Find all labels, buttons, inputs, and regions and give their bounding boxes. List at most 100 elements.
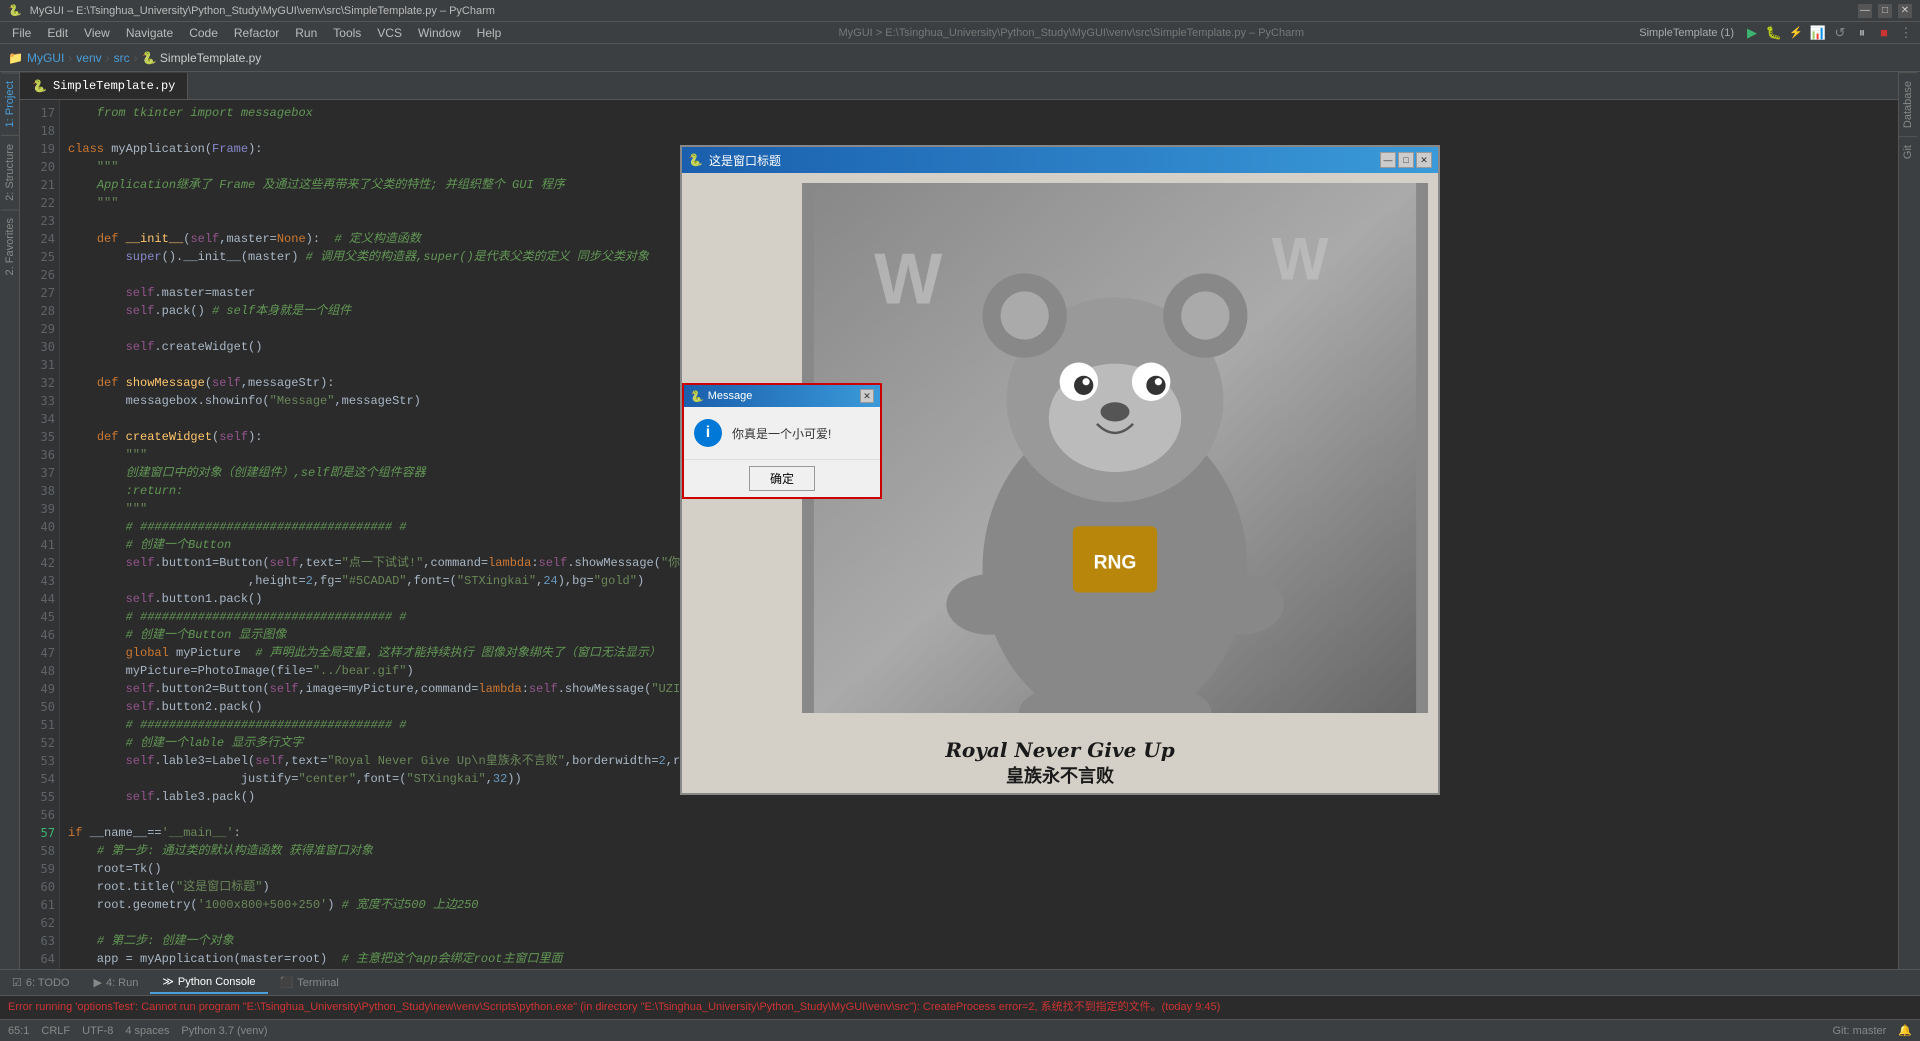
msg-title: Message — [708, 390, 753, 402]
breadcrumb-bar: 📁 MyGUI › venv › src › 🐍 SimpleTemplate.… — [0, 44, 1920, 72]
breadcrumb-mygui[interactable]: MyGUI — [27, 51, 64, 65]
profile-button[interactable]: 📊 — [1808, 23, 1828, 43]
gui-minimize-button[interactable]: — — [1380, 152, 1396, 168]
menu-edit[interactable]: Edit — [39, 24, 76, 42]
message-dialog-footer: 确定 — [684, 459, 880, 497]
message-dialog: 🐍 Message ✕ i 你真是一个小可爱! 确定 — [682, 383, 882, 499]
run-config: SimpleTemplate (1) ▶ 🐛 ⚡ 📊 ↺ ⏸ ■ ⋮ — [1633, 23, 1916, 43]
run-button[interactable]: ▶ — [1742, 23, 1762, 43]
gui-window-title: 这是窗口标题 — [709, 152, 781, 169]
menu-file[interactable]: File — [4, 24, 39, 42]
right-tab-database[interactable]: Database — [1899, 72, 1917, 136]
bear-image-area: RNG W W — [802, 183, 1428, 713]
stop-all-button[interactable]: ■ — [1874, 23, 1894, 43]
gui-label-line1: Royal Never Give Up — [682, 738, 1438, 762]
right-tab-git[interactable]: Git — [1899, 136, 1917, 167]
sidebar-tab-project[interactable]: 1: Project — [1, 72, 19, 135]
gui-window: 🐍 这是窗口标题 — □ ✕ 点一下试试! — [680, 145, 1440, 795]
breadcrumb-sep1: › — [68, 51, 72, 65]
right-tabs: Database Git — [1898, 72, 1920, 969]
gui-title-bar: 🐍 这是窗口标题 — □ ✕ — [682, 147, 1438, 173]
menu-run[interactable]: Run — [287, 24, 325, 42]
run-config-label: SimpleTemplate (1) — [1633, 27, 1740, 39]
gui-maximize-button[interactable]: □ — [1398, 152, 1414, 168]
gui-label-line2: 皇族永不言败 — [682, 762, 1438, 788]
minimize-button[interactable]: — — [1858, 4, 1872, 18]
status-git: Git: master — [1833, 1025, 1887, 1037]
status-position: 65:1 — [8, 1025, 29, 1037]
stop-button[interactable]: ⏸ — [1852, 23, 1872, 43]
bottom-tabs: ☑ 6: TODO ▶ 4: Run ≫ Python Console ⬛ Te… — [0, 970, 1920, 996]
breadcrumb-sep2: › — [106, 51, 110, 65]
todo-label: 6: TODO — [26, 977, 70, 989]
message-info-icon: i — [694, 419, 722, 447]
menu-bar: File Edit View Navigate Code Refactor Ru… — [0, 22, 1920, 44]
more-button[interactable]: ⋮ — [1896, 23, 1916, 43]
title-path: MyGUI > E:\Tsinghua_University\Python_St… — [839, 27, 1305, 39]
menu-refactor[interactable]: Refactor — [226, 24, 287, 42]
coverage-button[interactable]: ⚡ — [1786, 23, 1806, 43]
todo-icon: ☑ — [12, 976, 22, 989]
notification-icon: 🔔 — [1898, 1024, 1912, 1037]
close-button[interactable]: ✕ — [1898, 4, 1912, 18]
run-label: 4: Run — [106, 977, 138, 989]
menu-vcs[interactable]: VCS — [369, 24, 410, 42]
run-icon: ▶ — [93, 976, 101, 989]
menu-tools[interactable]: Tools — [325, 24, 369, 42]
menu-view[interactable]: View — [76, 24, 118, 42]
breadcrumb-file: 🐍 SimpleTemplate.py — [142, 51, 262, 65]
status-encoding: UTF-8 — [82, 1025, 113, 1037]
app-icon: 🐍 — [8, 4, 22, 17]
menu-navigate[interactable]: Navigate — [118, 24, 181, 42]
bottom-tab-todo[interactable]: ☑ 6: TODO — [0, 972, 81, 993]
bottom-tab-python-console[interactable]: ≫ Python Console — [150, 971, 267, 994]
msg-close-button[interactable]: ✕ — [860, 389, 874, 403]
message-dialog-body: i 你真是一个小可爱! — [684, 407, 880, 459]
maximize-button[interactable]: □ — [1878, 4, 1892, 18]
message-dialog-titlebar: 🐍 Message ✕ — [684, 385, 880, 407]
breadcrumb-venv[interactable]: venv — [76, 51, 101, 65]
menu-help[interactable]: Help — [469, 24, 510, 42]
gui-title-text: 🐍 这是窗口标题 — [688, 152, 781, 169]
status-python: Python 3.7 (venv) — [181, 1025, 267, 1037]
gui-window-buttons: — □ ✕ — [1380, 152, 1432, 168]
title-bar: 🐍 MyGUI – E:\Tsinghua_University\Python_… — [0, 0, 1920, 22]
sidebar-tab-structure[interactable]: 2: Structure — [1, 135, 19, 209]
gui-label: Royal Never Give Up 皇族永不言败 — [682, 738, 1438, 788]
tab-icon: 🐍 — [32, 79, 47, 94]
breadcrumb-sep3: › — [134, 51, 138, 65]
bear-image: RNG W W — [802, 183, 1428, 713]
title-text: MyGUI – E:\Tsinghua_University\Python_St… — [30, 5, 495, 17]
menu-window[interactable]: Window — [410, 24, 469, 42]
msg-app-icon: 🐍 — [690, 390, 704, 403]
debug-button[interactable]: 🐛 — [1764, 23, 1784, 43]
rerun-button[interactable]: ↺ — [1830, 23, 1850, 43]
tab-simple-template[interactable]: 🐍 SimpleTemplate.py — [20, 73, 188, 99]
python-console-label: Python Console — [178, 976, 256, 988]
title-bar-title: 🐍 MyGUI – E:\Tsinghua_University\Python_… — [8, 4, 495, 17]
terminal-icon: ⬛ — [280, 976, 294, 989]
tab-label: SimpleTemplate.py — [53, 79, 175, 93]
message-text: 你真是一个小可爱! — [732, 425, 831, 442]
left-sidebar: 1: Project 2: Structure 2. Favorites — [0, 72, 20, 969]
python-console-icon: ≫ — [162, 975, 174, 988]
svg-text:W: W — [1272, 224, 1329, 292]
line-numbers: 1718192021 2223242526 2728293031 3233343… — [20, 100, 60, 969]
terminal-label: Terminal — [297, 977, 339, 989]
gui-body: 点一下试试! — [682, 173, 1438, 793]
bottom-panel: ☑ 6: TODO ▶ 4: Run ≫ Python Console ⬛ Te… — [0, 969, 1920, 1019]
gui-app-icon: 🐍 — [688, 153, 703, 167]
sidebar-tab-favorites[interactable]: 2. Favorites — [1, 209, 19, 283]
breadcrumb-src[interactable]: src — [114, 51, 130, 65]
svg-text:W: W — [874, 239, 943, 319]
bottom-tab-terminal[interactable]: ⬛ Terminal — [268, 972, 351, 993]
message-ok-button[interactable]: 确定 — [749, 466, 815, 491]
gui-close-button[interactable]: ✕ — [1416, 152, 1432, 168]
status-indent: 4 spaces — [125, 1025, 169, 1037]
breadcrumb-icon: 📁 — [8, 51, 23, 65]
status-crlf: CRLF — [41, 1025, 70, 1037]
menu-code[interactable]: Code — [181, 24, 226, 42]
bottom-tab-run[interactable]: ▶ 4: Run — [81, 972, 150, 993]
bottom-error-message: Error running 'optionsTest': Cannot run … — [0, 996, 1920, 1019]
tab-bar: 🐍 SimpleTemplate.py — [20, 72, 1898, 100]
